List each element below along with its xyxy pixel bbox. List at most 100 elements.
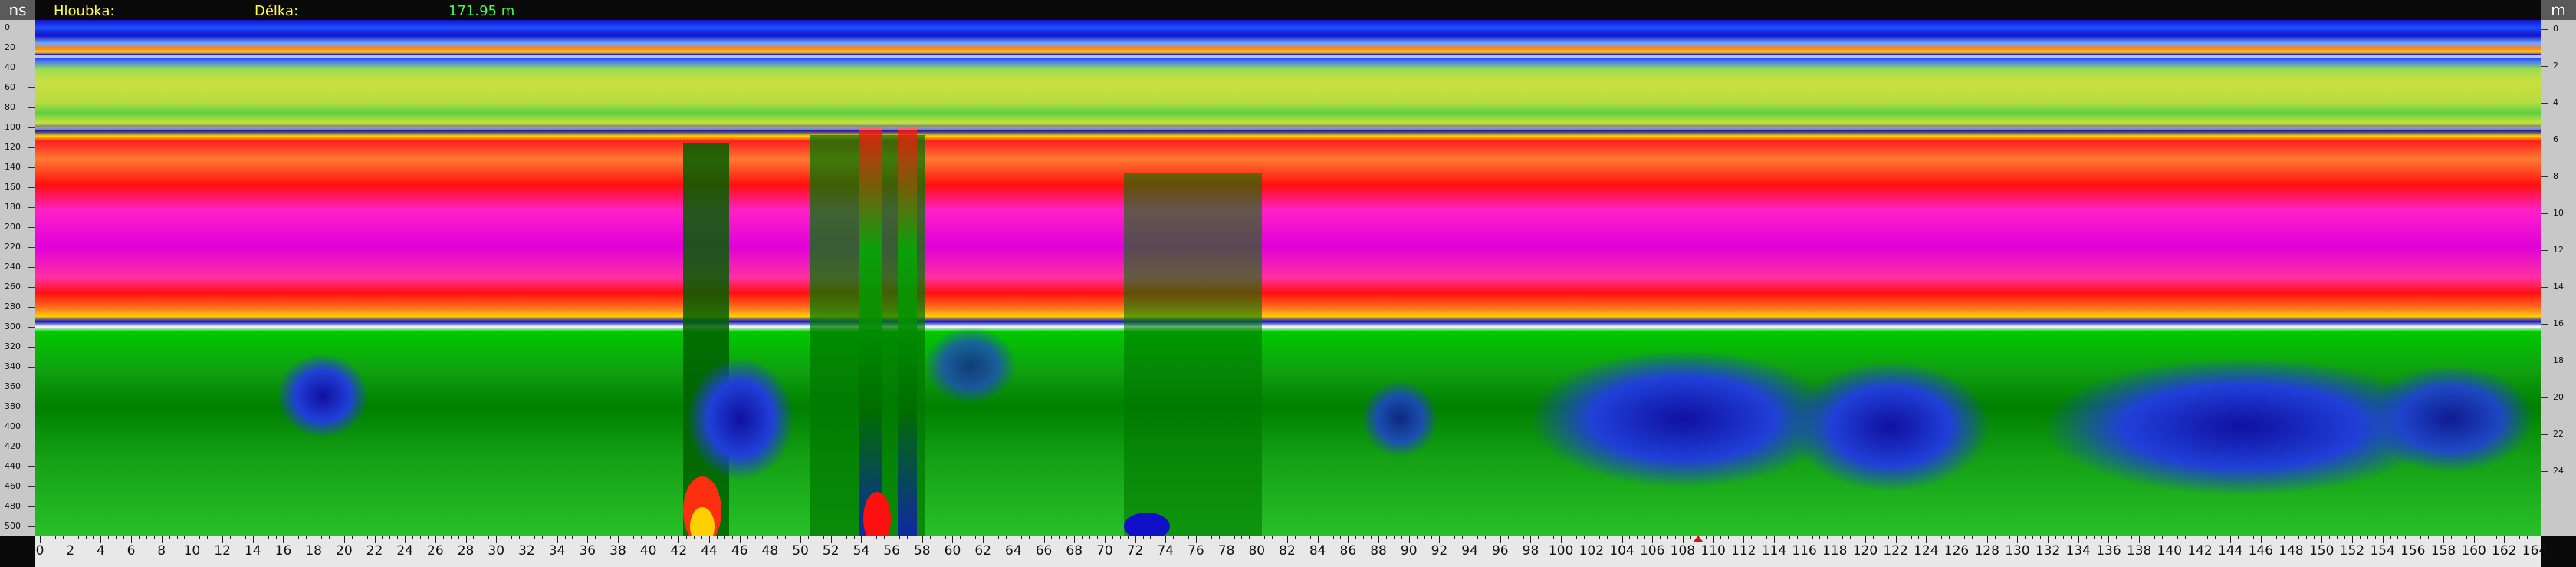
time-tick (28, 247, 35, 248)
distance-minor-tick (2252, 536, 2254, 539)
distance-minor-tick (1850, 536, 1852, 539)
distance-tick (222, 536, 224, 543)
distance-minor-tick (2337, 536, 2338, 539)
distance-minor-tick (2154, 536, 2155, 539)
distance-tick (1195, 536, 1197, 543)
time-tick-label: 120 (5, 142, 21, 152)
distance-minor-tick (1249, 536, 1250, 539)
distance-minor-tick (366, 536, 368, 539)
distance-minor-tick (534, 536, 535, 539)
distance-minor-tick (2116, 536, 2118, 539)
distance-tick-label: 86 (1339, 543, 1357, 559)
time-tick (28, 347, 35, 348)
depth-tick (2541, 213, 2548, 214)
distance-minor-tick (1576, 536, 1577, 539)
distance-minor-tick (116, 536, 117, 539)
distance-minor-tick (1401, 536, 1402, 539)
distance-minor-tick (2093, 536, 2095, 539)
distance-tick (283, 536, 284, 543)
time-tick-label: 220 (5, 242, 21, 252)
distance-tick-label: 96 (1491, 543, 1509, 559)
cursor-position-marker[interactable] (1692, 536, 1704, 542)
distance-minor-tick (2009, 536, 2011, 539)
distance-minor-tick (807, 536, 809, 539)
distance-tick (1439, 536, 1441, 543)
distance-minor-tick (2374, 536, 2376, 539)
distance-minor-tick (1241, 536, 1243, 539)
distance-tick-label: 58 (913, 543, 931, 559)
distance-tick (1104, 536, 1106, 543)
distance-tick (1135, 536, 1136, 543)
distance-minor-tick (1355, 536, 1357, 539)
depth-tick-label: 16 (2553, 318, 2564, 328)
distance-minor-tick (1918, 536, 1920, 539)
distance-minor-tick (1751, 536, 1753, 539)
distance-tick-label: 82 (1279, 543, 1296, 559)
distance-tick (1530, 536, 1532, 543)
distance-tick-label: 28 (457, 543, 475, 559)
distance-minor-tick (899, 536, 901, 539)
time-tick-label: 80 (5, 102, 15, 112)
time-tick (28, 127, 35, 128)
radargram-image (35, 20, 2541, 536)
distance-minor-tick (793, 536, 794, 539)
distance-tick-label: 124 (1914, 543, 1939, 559)
time-tick-label: 200 (5, 222, 21, 232)
distance-minor-tick (351, 536, 353, 539)
depth-tick (2541, 471, 2548, 472)
distance-tick-label: 36 (579, 543, 596, 559)
distance-minor-tick (1538, 536, 1539, 539)
distance-minor-tick (1150, 536, 1152, 539)
distance-minor-tick (519, 536, 520, 539)
distance-tick (2443, 536, 2444, 543)
distance-tick (252, 536, 254, 543)
distance-minor-tick (275, 536, 277, 539)
distance-tick (952, 536, 954, 543)
distance-tick-label: 118 (1822, 543, 1848, 559)
radargram-plot[interactable] (35, 20, 2541, 536)
distance-minor-tick (1705, 536, 1707, 539)
distance-minor-tick (1842, 536, 1844, 539)
distance-minor-tick (1759, 536, 1760, 539)
distance-tick-label: 102 (1579, 543, 1605, 559)
distance-minor-tick (199, 536, 201, 539)
distance-tick (678, 536, 680, 543)
distance-tick-label: 104 (1609, 543, 1635, 559)
distance-minor-tick (207, 536, 209, 539)
distance-minor-tick (511, 536, 513, 539)
distance-tick-label: 144 (2217, 543, 2243, 559)
distance-tick (1652, 536, 1654, 543)
distance-minor-tick (1583, 536, 1585, 539)
distance-tick (830, 536, 832, 543)
distance-tick-label: 162 (2492, 543, 2517, 559)
distance-minor-tick (488, 536, 490, 539)
distance-minor-tick (1911, 536, 1912, 539)
distance-tick-label: 134 (2065, 543, 2091, 559)
distance-tick (557, 536, 558, 543)
time-tick (28, 307, 35, 308)
distance-minor-tick (564, 536, 566, 539)
distance-tick-label: 14 (244, 543, 261, 559)
distance-tick (1986, 536, 1988, 543)
time-tick (28, 207, 35, 208)
distance-tick (465, 536, 467, 543)
distance-minor-tick (2314, 536, 2315, 539)
length-label: Délka: (255, 3, 299, 19)
time-tick-label: 60 (5, 82, 15, 92)
distance-minor-tick (1082, 536, 1083, 539)
distance-minor-tick (945, 536, 946, 539)
distance-minor-tick (2420, 536, 2422, 539)
depth-tick-label: 14 (2553, 282, 2564, 292)
distance-tick-label: 30 (488, 543, 505, 559)
distance-tick (739, 536, 741, 543)
distance-minor-tick (1332, 536, 1334, 539)
distance-tick-label: 98 (1522, 543, 1539, 559)
distance-minor-tick (420, 536, 422, 539)
time-tick-label: 460 (5, 481, 21, 491)
distance-minor-tick (1309, 536, 1311, 539)
time-tick (28, 187, 35, 188)
distance-tick-label: 148 (2279, 543, 2304, 559)
distance-tick (343, 536, 345, 543)
depth-tick (2541, 397, 2548, 398)
distance-minor-tick (1385, 536, 1387, 539)
